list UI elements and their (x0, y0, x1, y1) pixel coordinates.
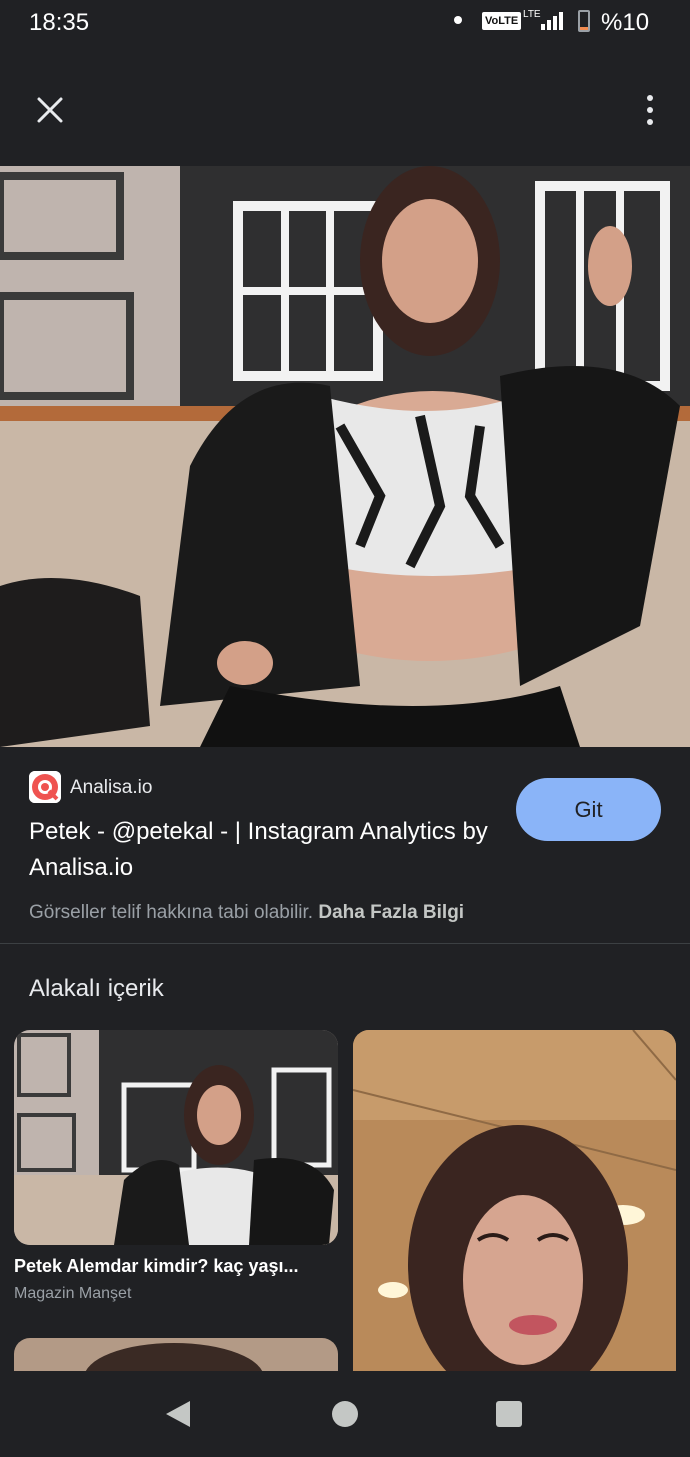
visit-button[interactable]: Git (516, 778, 661, 841)
notification-dot-icon (454, 16, 462, 24)
related-heading: Alakalı içerik (29, 975, 164, 1002)
battery-icon (578, 10, 590, 32)
related-card-image[interactable] (353, 1030, 676, 1390)
source-name[interactable]: Analisa.io (70, 777, 152, 799)
status-bar: 18:35 VoLTE LTE %10 (0, 0, 690, 44)
battery-percent: %10 (601, 9, 650, 36)
signal-icon (541, 10, 569, 30)
status-time: 18:35 (29, 9, 90, 36)
analisa-logo-icon (29, 771, 61, 803)
volte-badge: VoLTE (482, 12, 522, 30)
divider (0, 943, 690, 944)
close-button[interactable] (26, 86, 74, 134)
screen: 18:35 VoLTE LTE %10 Analisa.io Git Petek… (0, 0, 690, 1457)
related-card-title[interactable]: Petek Alemdar kimdir? kaç yaşı... (14, 1256, 324, 1277)
main-image[interactable] (0, 166, 690, 747)
recents-icon[interactable] (496, 1401, 522, 1427)
related-card-image[interactable] (14, 1030, 338, 1245)
more-vert-icon (647, 95, 653, 125)
related-card-source: Magazin Manşet (14, 1285, 132, 1302)
more-options-button[interactable] (626, 86, 674, 134)
copyright-notice: Görseller telif hakkına tabi olabilir. D… (29, 902, 464, 924)
back-icon[interactable] (163, 1399, 193, 1429)
home-icon[interactable] (332, 1401, 358, 1427)
result-title[interactable]: Petek - @petekal - | Instagram Analytics… (29, 814, 499, 886)
lte-label: LTE (523, 9, 541, 20)
close-icon (37, 97, 63, 123)
navigation-bar (0, 1371, 690, 1457)
copyright-text: Görseller telif hakkına tabi olabilir. (29, 902, 314, 923)
learn-more-link[interactable]: Daha Fazla Bilgi (318, 902, 464, 923)
